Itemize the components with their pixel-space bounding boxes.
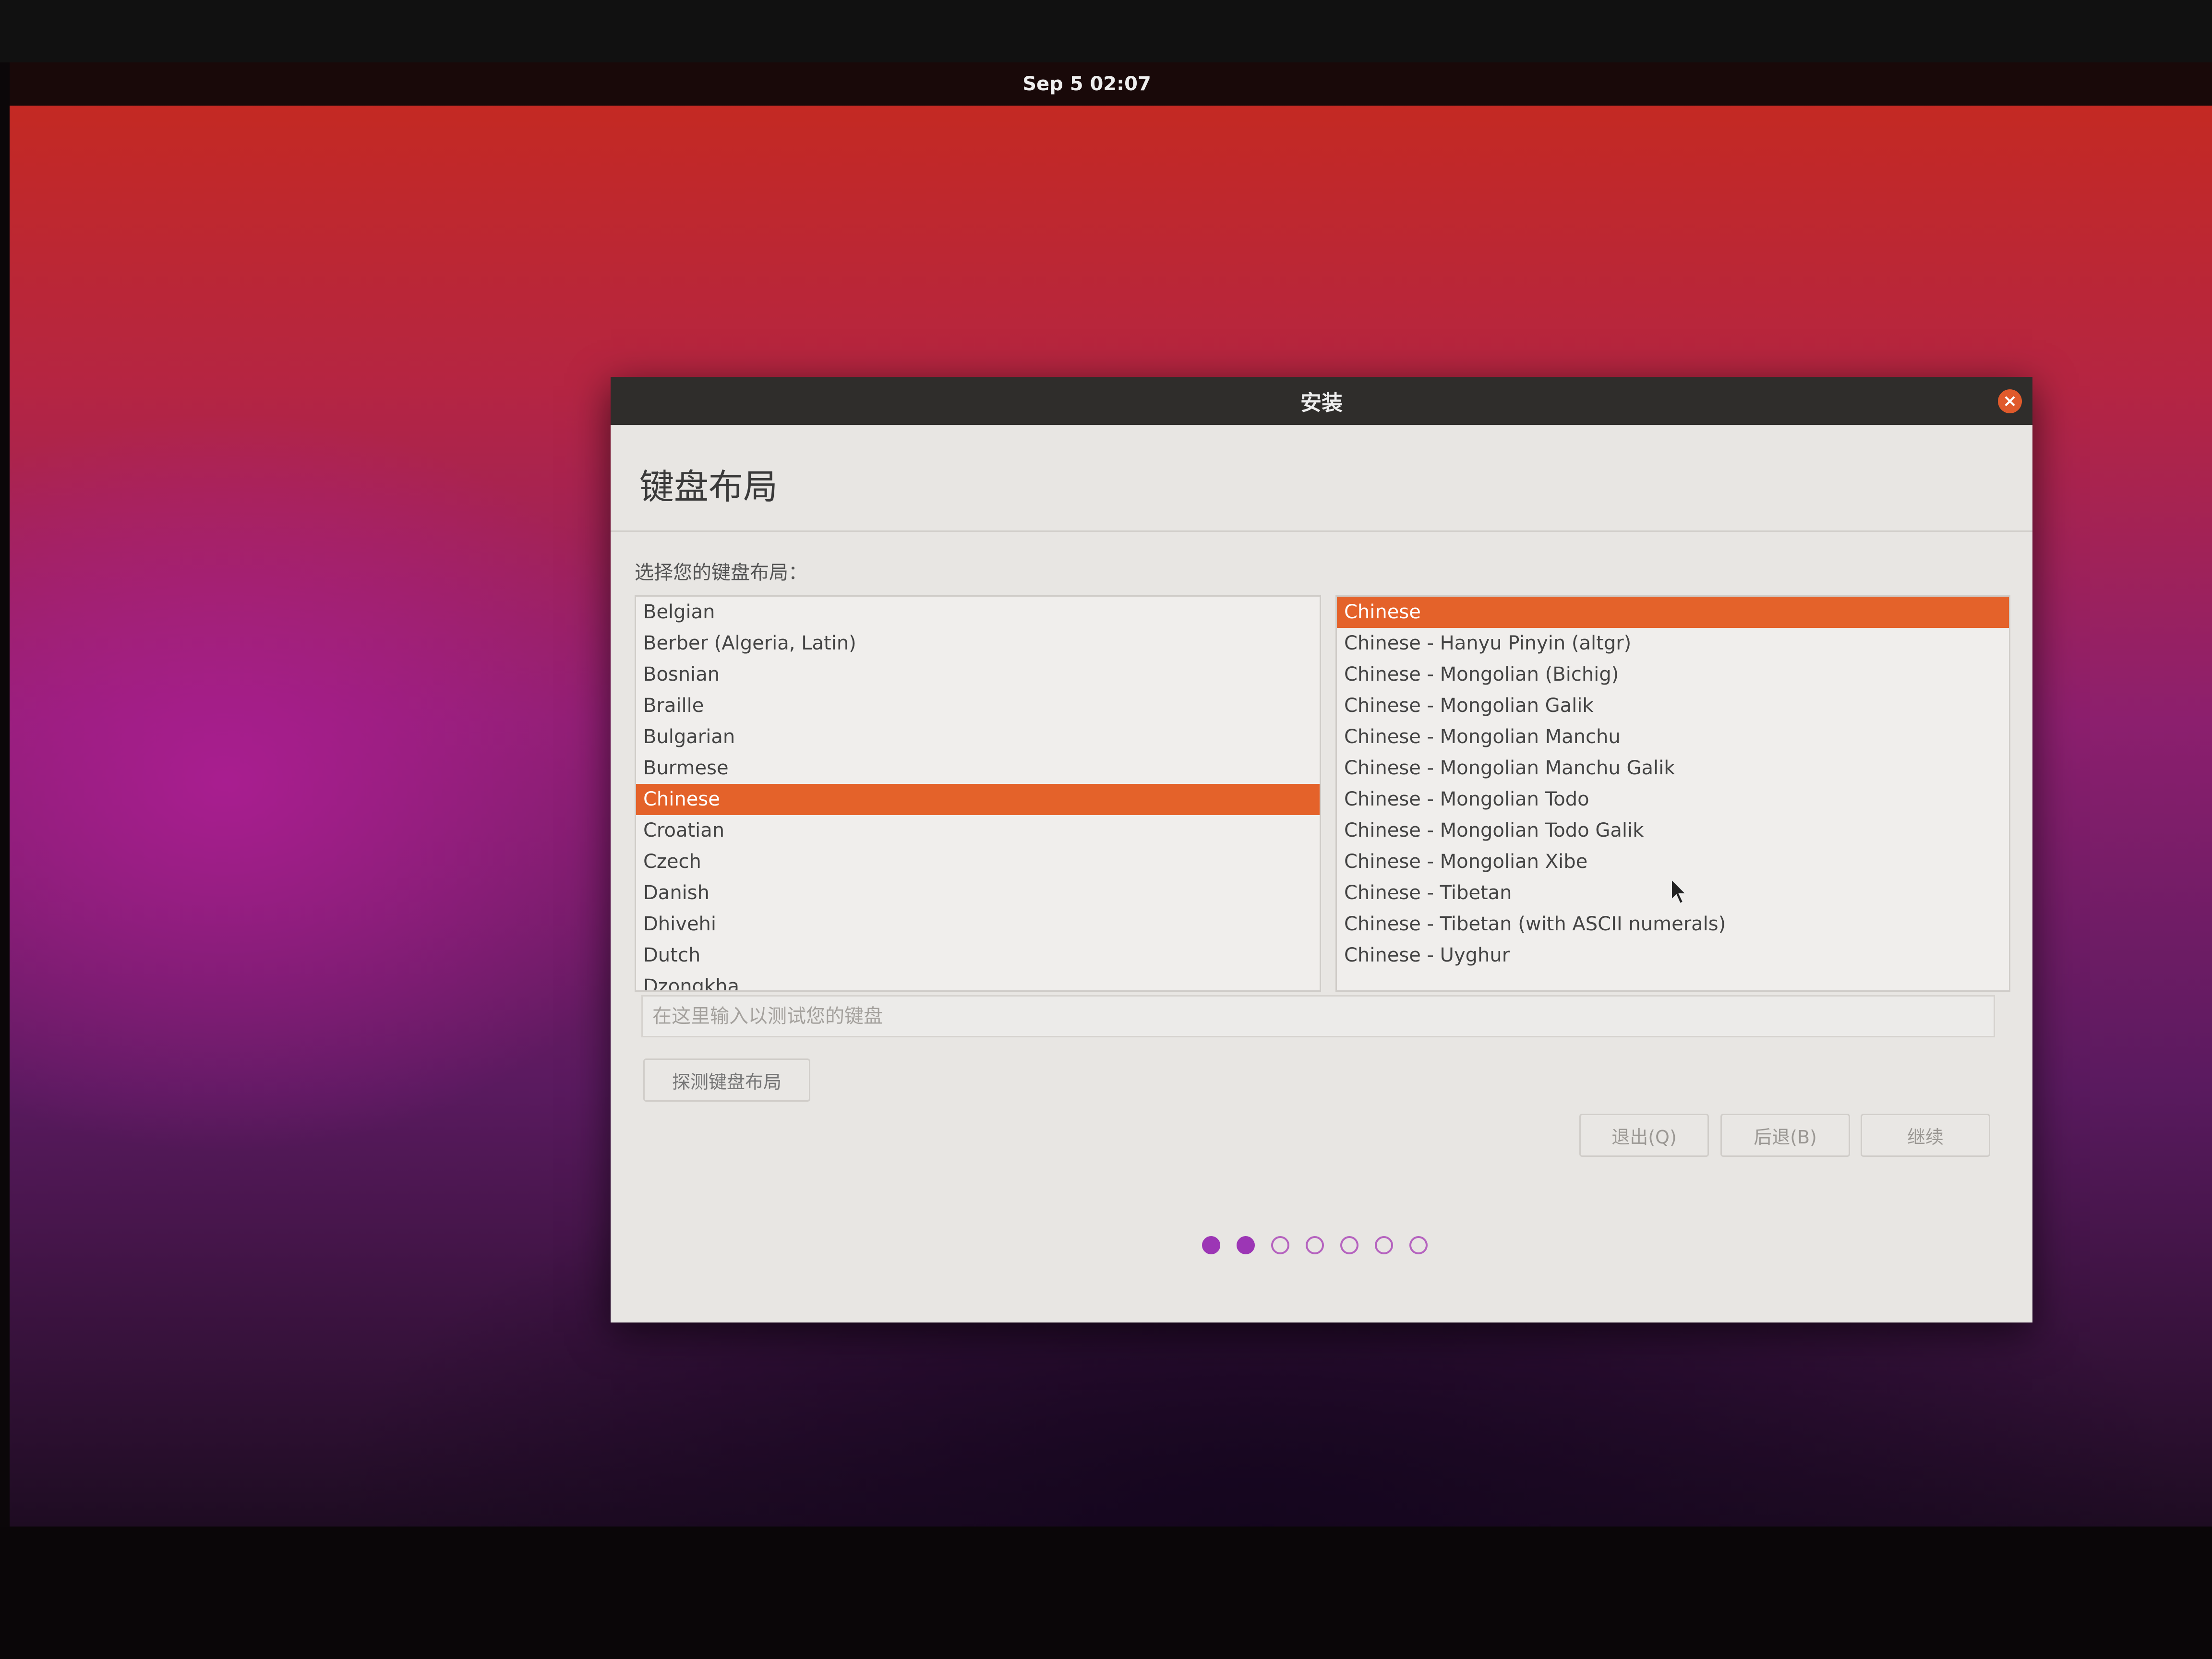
layout-list-item[interactable]: Czech	[636, 846, 1320, 878]
quit-button[interactable]: 退出(Q)	[1579, 1114, 1709, 1157]
variant-list-item[interactable]: Chinese - Uyghur	[1337, 940, 2009, 971]
progress-dot	[1340, 1236, 1358, 1254]
variant-list-item[interactable]: Chinese - Hanyu Pinyin (altgr)	[1337, 628, 2009, 659]
layout-list-item[interactable]: Danish	[636, 878, 1320, 909]
progress-dot	[1237, 1236, 1255, 1254]
progress-dot	[1306, 1236, 1324, 1254]
layout-list-item[interactable]: Croatian	[636, 815, 1320, 846]
layout-list-item[interactable]: Chinese	[636, 784, 1320, 815]
progress-dot	[1375, 1236, 1393, 1254]
variant-list-item[interactable]: Chinese - Tibetan (with ASCII numerals)	[1337, 909, 2009, 940]
top-bar: Sep 5 02:07	[10, 62, 2212, 106]
page-title: 键盘布局	[639, 467, 778, 507]
variant-list-item[interactable]: Chinese - Mongolian Xibe	[1337, 846, 2009, 878]
continue-button[interactable]: 继续	[1861, 1114, 1990, 1157]
clock[interactable]: Sep 5 02:07	[1022, 73, 1151, 95]
variant-list-item[interactable]: Chinese - Mongolian Galik	[1337, 690, 2009, 721]
variant-list-item[interactable]: Chinese - Mongolian Manchu Galik	[1337, 753, 2009, 784]
keyboard-test-input[interactable]	[641, 995, 1995, 1037]
layout-list-item[interactable]: Burmese	[636, 753, 1320, 784]
installer-window: 安装 × 键盘布局 选择您的键盘布局： Belgian Berber (Alger…	[611, 377, 2032, 1322]
layout-prompt: 选择您的键盘布局：	[635, 562, 807, 584]
back-button[interactable]: 后退(B)	[1720, 1114, 1850, 1157]
header-divider	[611, 530, 2032, 532]
variant-list-item[interactable]: Chinese	[1337, 597, 2009, 628]
layout-list-item[interactable]: Braille	[636, 690, 1320, 721]
keyboard-layout-list[interactable]: Belgian Berber (Algeria, Latin) Bosnian Bra…	[635, 595, 1321, 992]
keyboard-variant-list[interactable]: Chinese Chinese - Hanyu Pinyin (altgr) Chi…	[1335, 595, 2010, 992]
layout-list-item[interactable]: Bulgarian	[636, 721, 1320, 753]
window-title: 安装	[1300, 391, 1343, 415]
layout-list-item[interactable]: Dhivehi	[636, 909, 1320, 940]
progress-dots	[1202, 1236, 1428, 1254]
detect-layout-button[interactable]: 探测键盘布局	[643, 1058, 810, 1102]
variant-list-item[interactable]: Chinese - Mongolian Todo Galik	[1337, 815, 2009, 846]
progress-dot	[1271, 1236, 1289, 1254]
layout-list-item[interactable]: Berber (Algeria, Latin)	[636, 628, 1320, 659]
layout-list-item[interactable]: Dzongkha	[636, 971, 1320, 990]
layout-list-item[interactable]: Belgian	[636, 597, 1320, 628]
progress-dot	[1202, 1236, 1220, 1254]
progress-dot	[1409, 1236, 1428, 1254]
variant-list-item[interactable]: Chinese - Mongolian (Bichig)	[1337, 659, 2009, 690]
monitor-bezel-top	[0, 0, 2212, 62]
close-icon[interactable]: ×	[1998, 389, 2022, 413]
mouse-pointer-icon	[1671, 878, 1687, 904]
variant-list-item[interactable]: Chinese - Mongolian Todo	[1337, 784, 2009, 815]
title-bar[interactable]: 安装 ×	[611, 377, 2032, 425]
layout-list-item[interactable]: Bosnian	[636, 659, 1320, 690]
variant-list-item[interactable]: Chinese - Mongolian Manchu	[1337, 721, 2009, 753]
layout-list-item[interactable]: Dutch	[636, 940, 1320, 971]
monitor-bezel-bottom	[0, 1527, 2212, 1659]
